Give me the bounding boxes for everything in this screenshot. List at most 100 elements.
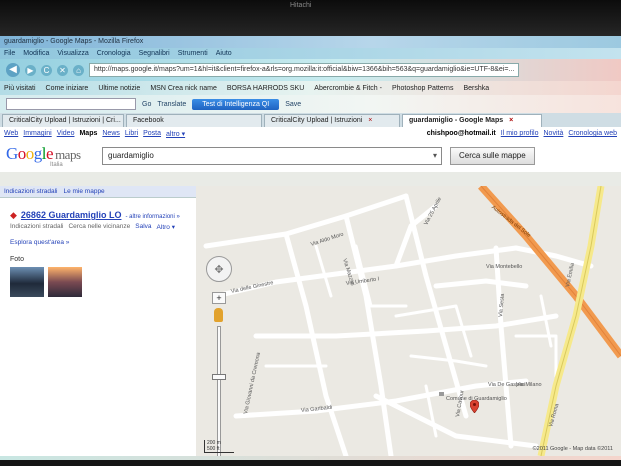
tab-google-maps[interactable]: guardamiglio - Google Maps × — [402, 114, 542, 127]
location-marker-icon: ◆ — [10, 210, 17, 220]
search-maps-button[interactable]: Cerca sulle mappe — [450, 147, 535, 165]
menu-item-view[interactable]: Visualizza — [57, 50, 88, 57]
gbar-video[interactable]: Video — [57, 130, 75, 137]
close-icon[interactable]: × — [509, 117, 513, 124]
zoom-slider[interactable] — [217, 326, 221, 456]
bookmark-photoshop-patterns[interactable]: Photoshop Patterns — [392, 85, 454, 92]
zoom-in-button[interactable]: + — [212, 292, 226, 304]
street-label: Via 25 Aprile — [423, 196, 444, 227]
directions-link[interactable]: Indicazioni stradali — [10, 223, 63, 231]
gbar-web[interactable]: Web — [4, 130, 18, 137]
news-link[interactable]: Novità — [544, 130, 564, 137]
monitor-brand-label: Hitachi — [290, 2, 312, 9]
toolbar-search-input[interactable] — [6, 98, 136, 110]
photo-thumbnail[interactable] — [10, 267, 44, 297]
more-info-link[interactable]: - altre informazioni » — [125, 214, 179, 220]
google-toolbar: Go Translate Test di Intelligenza QI Sav… — [0, 95, 621, 113]
gbar-account: chishpoo@hotmail.it Il mio profilo Novit… — [427, 130, 617, 137]
street-label: Via delle Ginestre — [230, 280, 274, 295]
gbar-news[interactable]: News — [102, 130, 120, 137]
map-copyright: ©2011 Google - Map data ©2011 — [532, 446, 613, 452]
street-label: Via Garibaldi — [300, 404, 333, 414]
tab-criticalcity-1[interactable]: CriticalCity Upload | Istruzioni | Cri..… — [2, 114, 124, 127]
menu-item-help[interactable]: Aiuto — [216, 50, 232, 57]
menu-bar: File Modifica Visualizza Cronologia Segn… — [0, 48, 621, 59]
sidebar-tabs: Indicazioni stradali Le mie mappe — [0, 186, 196, 198]
explore-area-link[interactable]: Esplora quest'area » — [10, 239, 186, 246]
iq-test-button[interactable]: Test di Intelligenza QI — [192, 98, 280, 110]
menu-item-history[interactable]: Cronologia — [97, 50, 131, 57]
reload-icon[interactable]: C — [41, 64, 52, 76]
toolbar-go-button[interactable]: Go — [142, 101, 151, 108]
window-title: guardamiglio - Google Maps - Mozilla Fir… — [0, 36, 621, 48]
menu-item-file[interactable]: File — [4, 50, 15, 57]
tab-label: guardamiglio - Google Maps — [409, 117, 504, 124]
chevron-down-icon[interactable]: ▾ — [433, 151, 437, 160]
street-label: Via Emilia — [565, 262, 576, 288]
bookmark-latest-news[interactable]: Ultime notizie — [98, 85, 140, 92]
bookmark-abercrombie[interactable]: Abercrombie & Fitch - — [314, 85, 382, 92]
stop-icon[interactable]: ✕ — [57, 64, 68, 76]
bookmark-getting-started[interactable]: Come iniziare — [46, 85, 89, 92]
tab-label: CriticalCity Upload | Istruzioni | Cri..… — [9, 117, 121, 124]
street-label: Via Aldo Moro — [310, 231, 345, 248]
gbar-books[interactable]: Libri — [125, 130, 138, 137]
web-history-link[interactable]: Cronologia web — [568, 130, 617, 137]
maps-search-row: Google maps Italia guardamiglio ▾ Cerca s… — [0, 140, 621, 172]
navigation-toolbar: ◀ ▶ C ✕ ⌂ http://maps.google.it/maps?um=… — [0, 59, 621, 81]
street-label: Via Roma — [548, 403, 561, 428]
result-title-link[interactable]: 26862 Guardamiglio LO — [21, 210, 122, 220]
bookmark-most-visited[interactable]: Più visitati — [4, 85, 36, 92]
search-nearby-link[interactable]: Cerca nelle vicinanze — [68, 223, 130, 231]
save-link[interactable]: Salva — [135, 223, 151, 231]
google-bar: Web Immagini Video Maps News Libri Posta… — [0, 127, 621, 140]
menu-item-bookmarks[interactable]: Segnalibri — [139, 50, 170, 57]
logo-country: Italia — [50, 161, 63, 168]
more-actions-link[interactable]: Altro ▾ — [157, 223, 175, 231]
bookmark-bershka[interactable]: Bershka — [463, 85, 489, 92]
scale-imperial: 500 ft — [207, 446, 220, 452]
menu-item-tools[interactable]: Strumenti — [178, 50, 208, 57]
zoom-slider-thumb[interactable] — [212, 374, 226, 380]
url-bar[interactable]: http://maps.google.it/maps?um=1&hl=it&cl… — [89, 63, 519, 77]
profile-link[interactable]: Il mio profilo — [501, 130, 539, 137]
gbar-more[interactable]: altro ▾ — [166, 130, 185, 138]
street-label: Via Giovanni da Cremona — [243, 351, 263, 415]
map-pin-icon[interactable] — [470, 400, 479, 413]
photo-thumbnail[interactable] — [48, 267, 82, 297]
tab-criticalcity-2[interactable]: CriticalCity Upload | Istruzioni × — [264, 114, 400, 127]
search-result: ◆ 26862 Guardamiglio LO - altre informaz… — [0, 198, 196, 297]
close-icon[interactable]: × — [368, 117, 372, 124]
forward-icon[interactable]: ▶ — [25, 64, 36, 76]
my-maps-tab[interactable]: Le mie mappe — [63, 188, 104, 195]
street-label: Via Milano — [516, 382, 542, 388]
google-logo: Google maps — [6, 143, 81, 163]
bookmark-msn-nickname[interactable]: MSN Crea nick name — [150, 85, 217, 92]
street-label: Via Mazzini — [341, 258, 356, 287]
map-scale: 200 m 500 ft — [204, 440, 234, 453]
google-maps-logo[interactable]: Google maps Italia — [6, 145, 94, 168]
tab-label: CriticalCity Upload | Istruzioni — [271, 117, 363, 124]
street-label: Via Montebello — [486, 264, 523, 270]
tab-strip: CriticalCity Upload | Istruzioni | Cri..… — [0, 113, 621, 127]
gbar-images[interactable]: Immagini — [23, 130, 51, 137]
maps-search-input[interactable]: guardamiglio ▾ — [102, 147, 442, 165]
menu-item-edit[interactable]: Modifica — [23, 50, 49, 57]
street-view-pegman-icon[interactable] — [214, 308, 223, 322]
results-sidebar: Indicazioni stradali Le mie mappe ◆ 2686… — [0, 186, 196, 456]
result-actions: Indicazioni stradali Cerca nelle vicinan… — [10, 223, 186, 231]
map-canvas[interactable]: Via Aldo Moro Via delle Ginestre Via Umb… — [196, 186, 621, 456]
toolbar-translate-button[interactable]: Translate — [157, 101, 186, 108]
toolbar-save-button[interactable]: Save — [285, 101, 301, 108]
tab-facebook[interactable]: Facebook — [126, 114, 262, 127]
pan-control-icon[interactable]: ✥ — [206, 256, 232, 282]
street-label: Via Sesta — [498, 293, 507, 318]
home-icon[interactable]: ⌂ — [73, 64, 84, 76]
gbar-maps[interactable]: Maps — [79, 130, 97, 137]
back-icon[interactable]: ◀ — [6, 63, 20, 77]
photo-strip — [10, 267, 186, 297]
monitor-bezel-bottom — [0, 460, 621, 466]
gbar-mail[interactable]: Posta — [143, 130, 161, 137]
directions-tab[interactable]: Indicazioni stradali — [4, 188, 57, 195]
bookmark-harrods[interactable]: BORSA HARRODS SKU — [227, 85, 304, 92]
